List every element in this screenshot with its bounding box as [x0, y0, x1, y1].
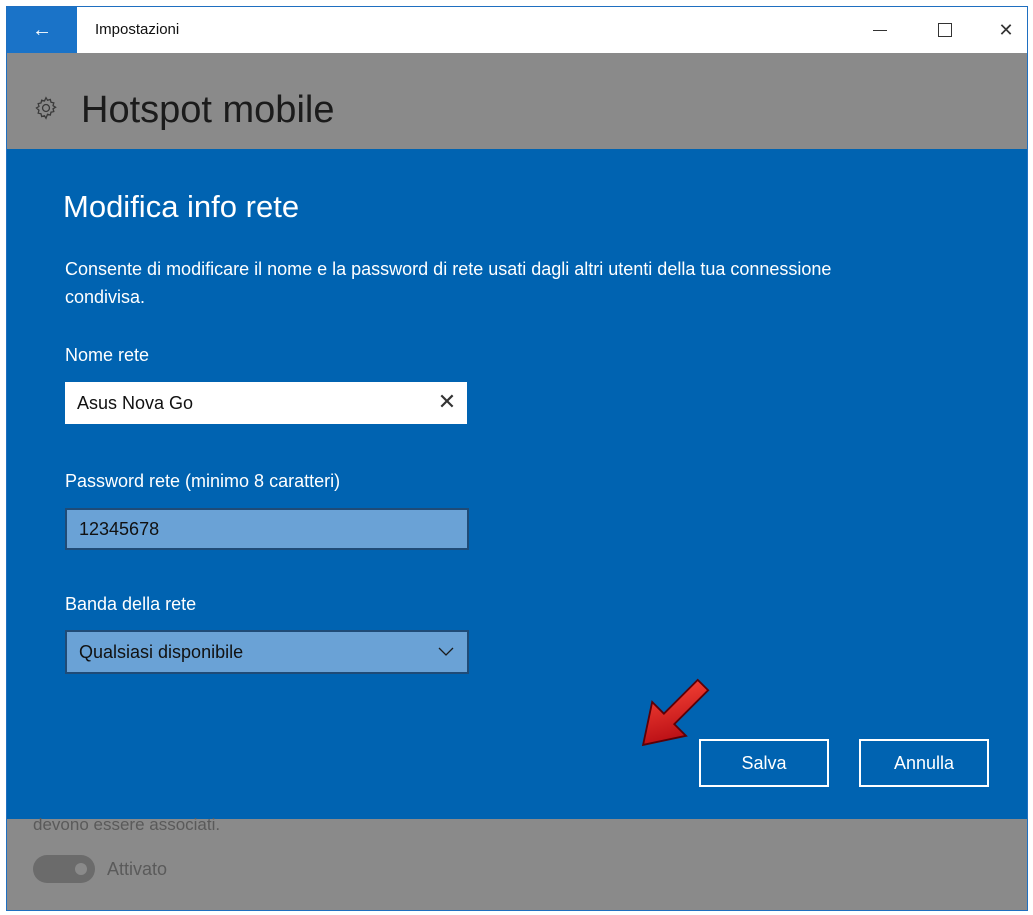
clear-icon[interactable]: ✕ — [435, 391, 459, 415]
network-name-label: Nome rete — [65, 345, 150, 365]
cancel-button[interactable]: Annulla — [859, 739, 989, 787]
band-select-value: Qualsiasi disponibile — [79, 642, 244, 662]
page-header: Hotspot mobile — [7, 53, 1027, 149]
dialog-description: Consente di modificare il nome e la pass… — [65, 259, 832, 307]
title-bar: ← Impostazioni ✕ — [7, 7, 1027, 53]
minimize-icon — [873, 29, 887, 31]
back-arrow-icon: ← — [32, 18, 52, 41]
band-select[interactable]: Qualsiasi disponibile — [65, 630, 469, 674]
chevron-down-icon — [438, 647, 454, 656]
back-button[interactable]: ← — [7, 7, 77, 53]
settings-window: ← Impostazioni ✕ Hotspot mobile Modifica… — [6, 6, 1028, 911]
window-title: Impostazioni — [95, 21, 180, 38]
toggle-label: Attivato — [107, 859, 168, 879]
hotspot-toggle[interactable] — [33, 855, 95, 883]
edit-network-dialog: Modifica info rete Consente di modificar… — [7, 149, 1027, 819]
pointer-arrow-icon — [641, 678, 710, 747]
background-hint-text: devono essere associati. — [33, 815, 221, 834]
band-label: Banda della rete — [65, 594, 197, 614]
close-button[interactable]: ✕ — [983, 7, 1027, 53]
password-input[interactable] — [79, 510, 449, 548]
network-name-field: ✕ — [65, 382, 467, 424]
network-name-input[interactable] — [77, 382, 427, 424]
close-icon: ✕ — [998, 19, 1014, 40]
toggle-knob — [75, 863, 87, 875]
maximize-icon — [938, 23, 952, 37]
page-title: Hotspot mobile — [81, 89, 335, 131]
password-label: Password rete (minimo 8 caratteri) — [65, 471, 341, 491]
gear-icon — [35, 96, 57, 120]
password-field — [65, 508, 469, 550]
minimize-button[interactable] — [857, 7, 903, 53]
dialog-title: Modifica info rete — [63, 189, 300, 224]
maximize-button[interactable] — [922, 7, 968, 53]
